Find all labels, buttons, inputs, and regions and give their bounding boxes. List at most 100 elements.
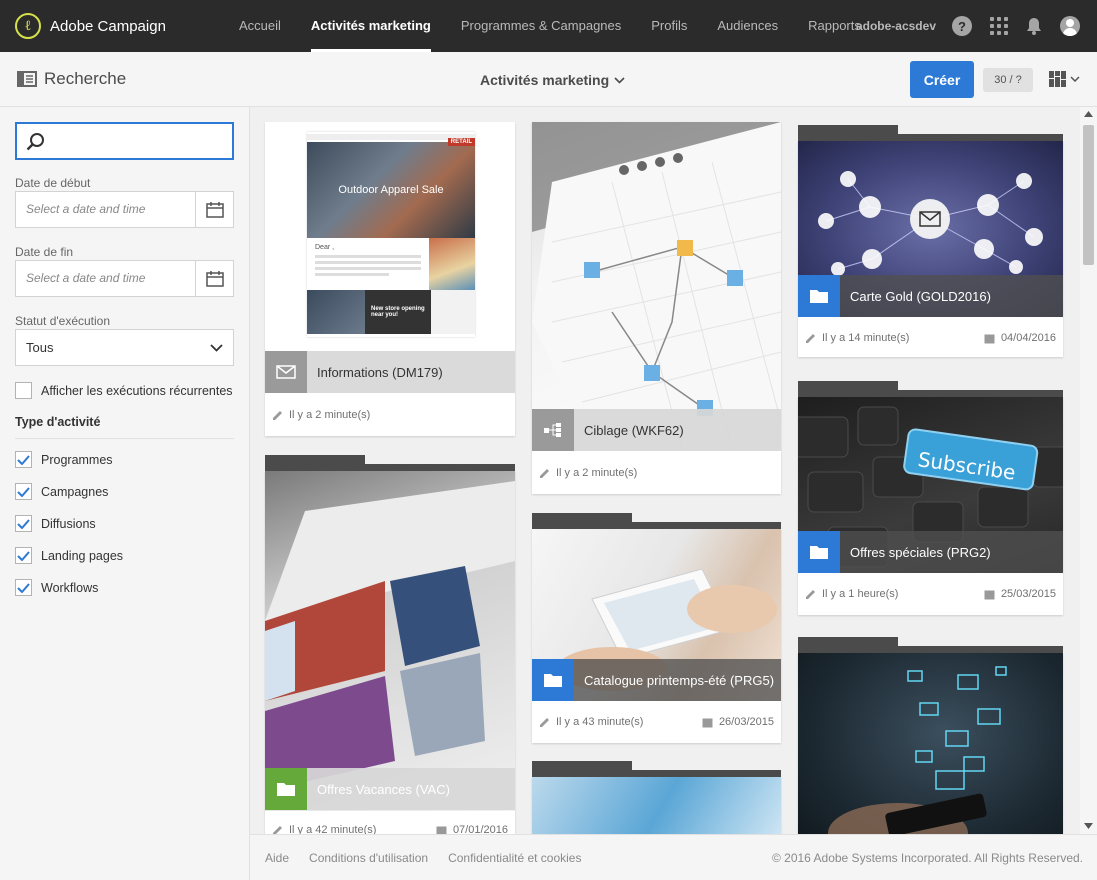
activity-card-partial-email[interactable] — [798, 646, 1063, 834]
card-label-bar: Offres spéciales (PRG2) — [798, 531, 1063, 573]
email-brand-text: RETAIL — [447, 138, 475, 146]
activity-card-informations[interactable]: RETAIL Outdoor Apparel Sale Dear , New s… — [265, 122, 515, 436]
footer-link-help[interactable]: Aide — [265, 851, 289, 865]
nav-item-activites-marketing[interactable]: Activités marketing — [296, 0, 446, 52]
pencil-icon — [273, 825, 282, 834]
card-modified: Il y a 1 heure(s) — [822, 588, 899, 600]
brand[interactable]: ℓ Adobe Campaign — [15, 13, 205, 39]
folder-tab — [798, 125, 1063, 141]
card-title: Ciblage (WKF62) — [584, 422, 684, 438]
activity-type-diffusions-row[interactable]: Diffusions — [15, 515, 96, 532]
card-title: Informations (DM179) — [317, 364, 443, 380]
pencil-icon — [273, 410, 282, 420]
nav-item-audiences[interactable]: Audiences — [702, 0, 793, 52]
checkmark-icon — [17, 582, 30, 593]
folder-tab — [798, 381, 1063, 397]
start-date-field[interactable]: Select a date and time — [15, 191, 234, 228]
activity-card-carte-gold[interactable]: Carte Gold (GOLD2016) Il y a 14 minute(s… — [798, 134, 1063, 357]
app-switcher-icon[interactable] — [990, 17, 1008, 35]
start-date-label: Date de début — [15, 176, 91, 190]
card-label-bar: Ciblage (WKF62) — [532, 409, 781, 451]
programmes-checkbox[interactable] — [15, 451, 32, 468]
footer-link-privacy[interactable]: Confidentialité et cookies — [448, 851, 581, 865]
sub-header: Recherche Activités marketing Créer 30 /… — [0, 52, 1097, 107]
card-title: Offres spéciales (PRG2) — [850, 544, 991, 560]
search-input[interactable] — [53, 133, 223, 149]
checkmark-icon — [17, 454, 30, 465]
status-select[interactable]: Tous — [15, 329, 234, 366]
pencil-icon — [540, 717, 549, 727]
card-modified: Il y a 14 minute(s) — [822, 332, 910, 344]
scroll-down-arrow-icon[interactable] — [1084, 823, 1093, 829]
folder-icon — [532, 659, 574, 701]
card-meta: Il y a 43 minute(s) 26/03/2015 — [532, 701, 781, 743]
create-button[interactable]: Créer — [910, 61, 974, 98]
card-meta: Il y a 1 heure(s) 25/03/2015 — [798, 573, 1063, 615]
nav-item-accueil[interactable]: Accueil — [224, 0, 296, 52]
card-date: 25/03/2015 — [1000, 588, 1056, 600]
pencil-icon — [540, 468, 549, 478]
app-name: Adobe Campaign — [50, 17, 166, 35]
content-scrollbar[interactable] — [1080, 107, 1097, 834]
username[interactable]: adobe-acsdev — [856, 19, 936, 33]
search-filter-panel: Date de début Select a date and time Dat… — [0, 107, 250, 880]
scroll-thumb[interactable] — [1083, 125, 1094, 265]
result-count-badge: 30 / ? — [983, 68, 1033, 92]
checkmark-icon — [17, 550, 30, 561]
activity-type-campagnes-row[interactable]: Campagnes — [15, 483, 108, 500]
calendar-icon — [205, 201, 224, 218]
email-greeting-text: Dear , — [315, 244, 335, 251]
recurring-executions-checkbox[interactable] — [15, 382, 32, 399]
activity-card-partial[interactable] — [532, 770, 781, 834]
campagnes-checkbox[interactable] — [15, 483, 32, 500]
campaign-thumbnail — [798, 653, 1063, 834]
notifications-bell-icon[interactable] — [1026, 17, 1042, 35]
adobe-campaign-logo-icon: ℓ — [15, 13, 41, 39]
folder-icon — [798, 275, 840, 317]
start-date-calendar-button[interactable] — [195, 192, 233, 227]
activity-type-workflows-row[interactable]: Workflows — [15, 579, 98, 596]
activity-card-offres-vacances[interactable]: Offres Vacances (VAC) Il y a 42 minute(s… — [265, 464, 515, 834]
footer: Aide Conditions d'utilisation Confidenti… — [250, 834, 1097, 880]
end-date-calendar-button[interactable] — [195, 261, 233, 296]
pencil-icon — [806, 333, 815, 343]
calendar-icon — [205, 270, 224, 287]
calendar-icon — [984, 590, 995, 599]
end-date-field[interactable]: Select a date and time — [15, 260, 234, 297]
workflows-checkbox[interactable] — [15, 579, 32, 596]
view-selector[interactable]: Activités marketing — [480, 72, 625, 88]
scroll-up-arrow-icon[interactable] — [1084, 111, 1093, 117]
recurring-executions-row[interactable]: Afficher les exécutions récurrentes — [15, 382, 233, 399]
activity-type-programmes-row[interactable]: Programmes — [15, 451, 113, 468]
search-panel-title: Recherche — [44, 69, 127, 88]
card-date: 26/03/2015 — [718, 716, 774, 728]
user-avatar-icon[interactable] — [1060, 16, 1080, 36]
footer-link-terms[interactable]: Conditions d'utilisation — [309, 851, 428, 865]
checkmark-icon — [17, 518, 30, 529]
search-icon — [26, 132, 44, 150]
activity-type-landing-pages-row[interactable]: Landing pages — [15, 547, 123, 564]
calendar-icon — [984, 334, 995, 343]
diffusions-checkbox[interactable] — [15, 515, 32, 532]
nav-right: adobe-acsdev ? — [856, 0, 1097, 52]
help-icon[interactable]: ? — [952, 16, 972, 36]
card-label-bar: Catalogue printemps-été (PRG5) — [532, 659, 781, 701]
activity-card-ciblage[interactable]: Ciblage (WKF62) Il y a 2 minute(s) — [532, 122, 781, 494]
card-title: Catalogue printemps-été (PRG5) — [584, 672, 775, 688]
card-date: 04/04/2016 — [1000, 332, 1056, 344]
search-box[interactable] — [15, 122, 234, 160]
nav-item-programmes-campagnes[interactable]: Programmes & Campagnes — [446, 0, 636, 52]
activity-card-offres-speciales[interactable]: Subscribe Offres spéciales (PRG2) Il y a… — [798, 390, 1063, 615]
programmes-label: Programmes — [41, 452, 113, 467]
nav-item-profils[interactable]: Profils — [636, 0, 702, 52]
card-label-bar: Informations (DM179) — [265, 351, 515, 393]
top-navigation-bar: ℓ Adobe Campaign Accueil Activités marke… — [0, 0, 1097, 52]
calendar-icon — [702, 718, 713, 727]
panel-toggle-icon[interactable] — [17, 71, 37, 92]
landing-pages-checkbox[interactable] — [15, 547, 32, 564]
program-thumbnail — [265, 471, 515, 811]
diffusions-label: Diffusions — [41, 516, 96, 531]
view-mode-toggle[interactable] — [1049, 71, 1080, 87]
activity-card-catalogue[interactable]: Catalogue printemps-été (PRG5) Il y a 43… — [532, 522, 781, 743]
campaign-thumbnail — [532, 777, 781, 834]
